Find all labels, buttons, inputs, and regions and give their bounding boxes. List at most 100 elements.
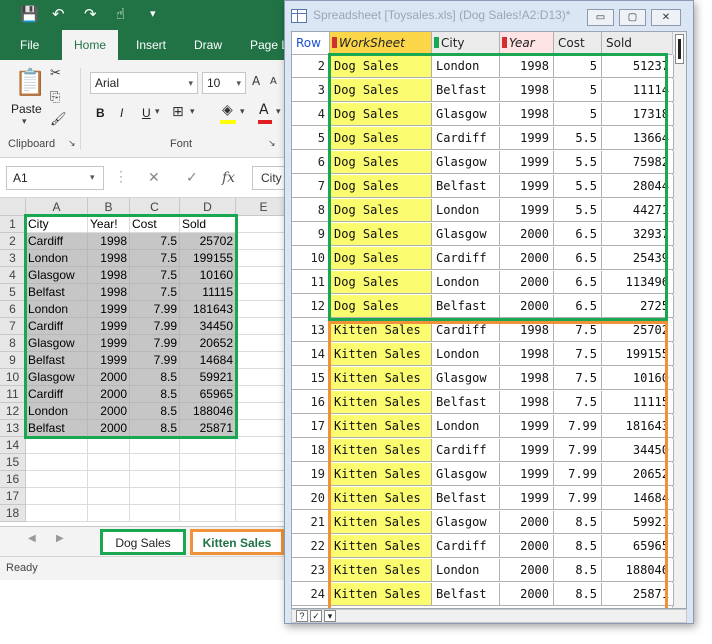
cell[interactable]: Cardiff	[26, 318, 88, 335]
data-cell[interactable]: Glasgow	[432, 463, 500, 486]
cell[interactable]: 8.5	[130, 403, 180, 420]
touch-mode-icon[interactable]: ☝	[116, 4, 125, 24]
worksheet-cell[interactable]: Dog Sales	[330, 247, 432, 270]
data-cell[interactable]: 1999	[500, 439, 554, 462]
data-cell[interactable]: 1998	[500, 343, 554, 366]
borders-icon[interactable]: ⊞	[172, 104, 184, 120]
paste-dropdown-icon[interactable]: ▾	[22, 116, 27, 127]
data-cell[interactable]: 8.5	[554, 511, 602, 534]
data-cell[interactable]: Cardiff	[432, 319, 500, 342]
maximize-button[interactable]: ▢	[619, 9, 646, 26]
column-header-c[interactable]: C	[130, 198, 180, 216]
cell[interactable]	[236, 420, 289, 437]
cell[interactable]	[180, 488, 236, 505]
cancel-icon[interactable]: ✕	[148, 170, 160, 186]
data-cell[interactable]: 181643	[602, 415, 674, 438]
header-city[interactable]: City	[432, 32, 500, 55]
data-cell[interactable]: 2000	[500, 223, 554, 246]
borders-dropdown-icon[interactable]: ▾	[190, 106, 195, 117]
cell[interactable]	[236, 386, 289, 403]
cell[interactable]	[88, 505, 130, 522]
cell[interactable]: 1998	[88, 267, 130, 284]
cell[interactable]: 1999	[88, 335, 130, 352]
data-cell[interactable]: 1998	[500, 103, 554, 126]
worksheet-cell[interactable]: Kitten Sales	[330, 511, 432, 534]
data-cell[interactable]: 1998	[500, 319, 554, 342]
cell[interactable]	[26, 505, 88, 522]
data-cell[interactable]: London	[432, 559, 500, 582]
cell[interactable]	[88, 488, 130, 505]
data-cell[interactable]: 59921	[602, 511, 674, 534]
worksheet-cell[interactable]: Kitten Sales	[330, 487, 432, 510]
row-header[interactable]: 18	[0, 505, 26, 522]
cell[interactable]	[130, 505, 180, 522]
cell[interactable]	[88, 471, 130, 488]
cell[interactable]	[236, 471, 289, 488]
header-row[interactable]: Row	[292, 32, 330, 55]
data-cell[interactable]: Cardiff	[432, 535, 500, 558]
cell[interactable]: 2000	[88, 403, 130, 420]
underline-button[interactable]: U	[142, 106, 151, 120]
check-icon[interactable]: ✓	[310, 610, 322, 622]
data-cell[interactable]: London	[432, 415, 500, 438]
worksheet-cell[interactable]: Dog Sales	[330, 199, 432, 222]
worksheet-cell[interactable]: Kitten Sales	[330, 319, 432, 342]
data-cell[interactable]: 7.5	[554, 343, 602, 366]
data-cell[interactable]: 2725	[602, 295, 674, 318]
cell[interactable]	[236, 488, 289, 505]
customize-qat-icon[interactable]: ▾	[150, 4, 156, 24]
tab-file[interactable]: File	[20, 30, 39, 60]
worksheet-cell[interactable]: Dog Sales	[330, 79, 432, 102]
tab-draw[interactable]: Draw	[194, 30, 222, 60]
data-cell[interactable]: 5.5	[554, 127, 602, 150]
data-cell[interactable]: 75982	[602, 151, 674, 174]
data-cell[interactable]: London	[432, 55, 500, 78]
paste-icon[interactable]: 📋	[14, 68, 46, 98]
dialog-launcher-icon[interactable]: ↘	[68, 138, 76, 149]
help-button[interactable]: ?	[296, 610, 308, 622]
data-cell[interactable]: 13664	[602, 127, 674, 150]
data-cell[interactable]: 7.5	[554, 391, 602, 414]
data-cell[interactable]: 44271	[602, 199, 674, 222]
cell[interactable]	[130, 437, 180, 454]
cell[interactable]: 7.99	[130, 352, 180, 369]
row-number[interactable]: 8	[292, 199, 330, 222]
cell[interactable]: 20652	[180, 335, 236, 352]
cell[interactable]	[88, 454, 130, 471]
cell[interactable]	[236, 318, 289, 335]
save-icon[interactable]: 💾	[20, 4, 39, 24]
data-cell[interactable]: 1999	[500, 199, 554, 222]
copy-icon[interactable]: ⎘	[50, 90, 60, 105]
vertical-scrollbar[interactable]	[672, 32, 686, 608]
prev-sheet-icon[interactable]: ◀	[28, 533, 36, 544]
data-cell[interactable]: London	[432, 271, 500, 294]
cell[interactable]: 1999	[88, 318, 130, 335]
scrollbar-thumb[interactable]	[675, 34, 684, 64]
cell[interactable]: 2000	[88, 386, 130, 403]
data-cell[interactable]: 65965	[602, 535, 674, 558]
data-cell[interactable]: 6.5	[554, 271, 602, 294]
worksheet-cell[interactable]: Kitten Sales	[330, 343, 432, 366]
worksheet-cell[interactable]: Dog Sales	[330, 271, 432, 294]
cell[interactable]: 25871	[180, 420, 236, 437]
cell[interactable]: 1999	[88, 301, 130, 318]
data-cell[interactable]: 5	[554, 103, 602, 126]
worksheet-cell[interactable]: Dog Sales	[330, 223, 432, 246]
worksheet-cell[interactable]: Kitten Sales	[330, 415, 432, 438]
spreadsheet-title-bar[interactable]: Spreadsheet [Toysales.xls] (Dog Sales!A2…	[285, 1, 693, 29]
data-cell[interactable]: Cardiff	[432, 127, 500, 150]
cell[interactable]: 199155	[180, 250, 236, 267]
row-header[interactable]: 16	[0, 471, 26, 488]
cell[interactable]: 8.5	[130, 386, 180, 403]
cell[interactable]: 1998	[88, 250, 130, 267]
column-header-a[interactable]: A	[26, 198, 88, 216]
cell[interactable]: 34450	[180, 318, 236, 335]
cell[interactable]	[236, 233, 289, 250]
data-cell[interactable]: 1998	[500, 367, 554, 390]
data-cell[interactable]: 25702	[602, 319, 674, 342]
data-cell[interactable]: Glasgow	[432, 511, 500, 534]
enter-icon[interactable]: ✓	[186, 170, 198, 186]
data-cell[interactable]: 8.5	[554, 559, 602, 582]
cell[interactable]	[26, 437, 88, 454]
font-dialog-launcher-icon[interactable]: ↘	[268, 138, 276, 149]
